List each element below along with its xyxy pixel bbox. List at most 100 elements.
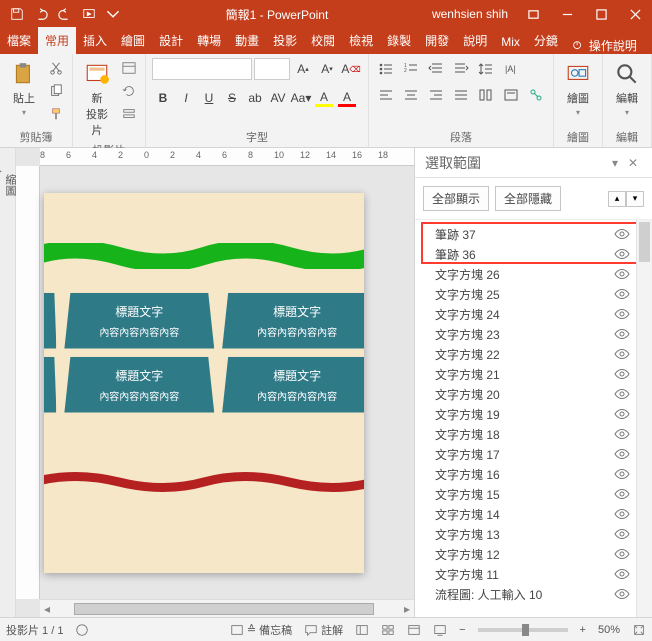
selection-item[interactable]: 文字方塊 11 xyxy=(415,564,636,584)
scroll-left-icon[interactable]: ◂ xyxy=(40,602,54,616)
normal-view-button[interactable] xyxy=(355,623,369,637)
tab-view[interactable]: 檢視 xyxy=(342,27,380,54)
tab-mix[interactable]: Mix xyxy=(494,30,527,54)
bring-forward-button[interactable]: ▴ xyxy=(608,191,626,207)
selection-item[interactable]: 文字方塊 15 xyxy=(415,484,636,504)
decrease-indent-button[interactable] xyxy=(425,58,447,80)
scrollbar-thumb[interactable] xyxy=(639,222,650,262)
visibility-toggle-icon[interactable] xyxy=(614,267,630,281)
tab-transitions[interactable]: 轉場 xyxy=(190,27,228,54)
cut-button[interactable] xyxy=(46,58,66,78)
show-all-button[interactable]: 全部顯示 xyxy=(423,186,489,211)
visibility-toggle-icon[interactable] xyxy=(614,367,630,381)
zoom-level[interactable]: 50% xyxy=(598,624,620,636)
selection-item[interactable]: 文字方塊 26 xyxy=(415,264,636,284)
font-size-combo[interactable] xyxy=(254,58,290,80)
task-pane-options-button[interactable]: ▾ xyxy=(606,154,624,172)
italic-button[interactable]: I xyxy=(175,87,197,109)
card-partial-left-2[interactable]: 內容 xyxy=(44,357,56,413)
zoom-thumb[interactable] xyxy=(522,624,529,636)
format-painter-button[interactable] xyxy=(46,104,66,124)
tab-slideshow[interactable]: 投影 xyxy=(266,27,304,54)
tab-recording[interactable]: 錄製 xyxy=(380,27,418,54)
selection-item[interactable]: 流程圖: 人工輸入 10 xyxy=(415,584,636,604)
strikethrough-button[interactable]: S xyxy=(221,87,243,109)
vertical-ruler[interactable] xyxy=(16,166,40,599)
maximize-button[interactable] xyxy=(584,0,618,28)
increase-indent-button[interactable] xyxy=(450,58,472,80)
decrease-font-button[interactable]: A▾ xyxy=(316,58,338,80)
language-button[interactable] xyxy=(75,623,89,637)
tab-design[interactable]: 設計 xyxy=(152,27,190,54)
bold-button[interactable]: B xyxy=(152,87,174,109)
slide[interactable]: 內容 標題文字內容內容內容內容 標題文字內容內容內容內容 標 內容 標題文字內容… xyxy=(44,193,364,573)
fit-to-window-button[interactable] xyxy=(632,623,646,637)
text-shadow-button[interactable]: ab xyxy=(244,87,266,109)
visibility-toggle-icon[interactable] xyxy=(614,387,630,401)
visibility-toggle-icon[interactable] xyxy=(614,347,630,361)
tab-insert[interactable]: 插入 xyxy=(76,27,114,54)
underline-button[interactable]: U xyxy=(198,87,220,109)
text-direction-button[interactable]: |A| xyxy=(500,58,522,80)
selection-item[interactable]: 文字方塊 14 xyxy=(415,504,636,524)
character-spacing-button[interactable]: AV xyxy=(267,87,289,109)
line-spacing-button[interactable] xyxy=(475,58,497,80)
section-button[interactable] xyxy=(119,104,139,124)
card-partial-left-1[interactable]: 內容 xyxy=(44,293,56,349)
visibility-toggle-icon[interactable] xyxy=(614,287,630,301)
font-family-combo[interactable] xyxy=(152,58,252,80)
numbering-button[interactable]: 12 xyxy=(400,58,422,80)
card-4[interactable]: 標題文字內容內容內容內容 xyxy=(222,357,364,413)
visibility-toggle-icon[interactable] xyxy=(614,447,630,461)
tab-storyboard[interactable]: 分鏡 xyxy=(527,27,565,54)
scroll-right-icon[interactable]: ▸ xyxy=(400,602,414,616)
visibility-toggle-icon[interactable] xyxy=(614,327,630,341)
tab-file[interactable]: 檔案 xyxy=(0,27,38,54)
selection-item[interactable]: 文字方塊 22 xyxy=(415,344,636,364)
increase-font-button[interactable]: A▴ xyxy=(292,58,314,80)
selection-item[interactable]: 文字方塊 16 xyxy=(415,464,636,484)
thumbnail-pane-collapsed[interactable]: ▸ 縮圖 xyxy=(0,148,16,617)
selection-item[interactable]: 文字方塊 13 xyxy=(415,524,636,544)
align-right-button[interactable] xyxy=(425,84,447,106)
selection-item[interactable]: 文字方塊 23 xyxy=(415,324,636,344)
visibility-toggle-icon[interactable] xyxy=(614,307,630,321)
visibility-toggle-icon[interactable] xyxy=(614,467,630,481)
scrollbar-thumb[interactable] xyxy=(74,603,374,615)
selection-item[interactable]: 文字方塊 25 xyxy=(415,284,636,304)
slide-viewport[interactable]: 內容 標題文字內容內容內容內容 標題文字內容內容內容內容 標 內容 標題文字內容… xyxy=(44,170,408,595)
close-pane-button[interactable]: ✕ xyxy=(624,154,642,172)
paste-button[interactable]: 貼上 ▾ xyxy=(6,58,42,119)
tab-review[interactable]: 校閱 xyxy=(304,27,342,54)
font-color-button[interactable]: A xyxy=(336,87,358,109)
slideshow-view-button[interactable] xyxy=(433,623,447,637)
selection-item[interactable]: 文字方塊 21 xyxy=(415,364,636,384)
editing-button[interactable]: 編輯 ▾ xyxy=(609,58,645,119)
slide-sorter-view-button[interactable] xyxy=(381,623,395,637)
tab-developer[interactable]: 開發 xyxy=(418,27,456,54)
zoom-slider[interactable] xyxy=(478,628,568,632)
copy-button[interactable] xyxy=(46,81,66,101)
card-1[interactable]: 標題文字內容內容內容內容 xyxy=(64,293,214,349)
tab-home[interactable]: 常用 xyxy=(38,27,76,54)
align-left-button[interactable] xyxy=(375,84,397,106)
zoom-out-button[interactable]: − xyxy=(459,624,465,636)
save-button[interactable] xyxy=(6,3,28,25)
undo-button[interactable] xyxy=(30,3,52,25)
zoom-in-button[interactable]: + xyxy=(580,624,586,636)
selection-item[interactable]: 文字方塊 17 xyxy=(415,444,636,464)
horizontal-ruler[interactable]: 8642024681012141618 xyxy=(40,148,414,166)
selection-item[interactable]: 筆跡 36 xyxy=(415,244,636,264)
layout-button[interactable] xyxy=(119,58,139,78)
slide-counter[interactable]: 投影片 1 / 1 xyxy=(6,622,63,638)
change-case-button[interactable]: Aa▾ xyxy=(290,87,312,109)
tell-me-search[interactable]: 操作說明 xyxy=(565,37,643,54)
green-wave-shape[interactable] xyxy=(44,243,364,269)
visibility-toggle-icon[interactable] xyxy=(614,487,630,501)
visibility-toggle-icon[interactable] xyxy=(614,227,630,241)
tab-animations[interactable]: 動畫 xyxy=(228,27,266,54)
columns-button[interactable] xyxy=(475,84,497,106)
clear-formatting-button[interactable]: A⌫ xyxy=(340,58,362,80)
selection-item[interactable]: 文字方塊 24 xyxy=(415,304,636,324)
align-center-button[interactable] xyxy=(400,84,422,106)
